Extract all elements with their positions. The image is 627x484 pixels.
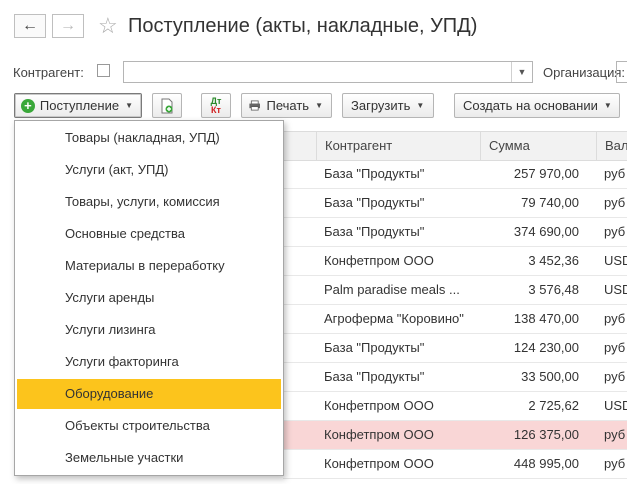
column-header-sum[interactable]: Сумма [480, 132, 597, 160]
cell-contractor: База "Продукты" [324, 369, 425, 384]
cell-sum: 124 230,00 [513, 340, 579, 355]
star-icon[interactable]: ☆ [98, 12, 118, 40]
cell-sum: 33 500,00 [521, 369, 579, 384]
table-row[interactable]: Конфетпром ООО 126 375,00 руб [283, 421, 627, 450]
contractor-label: Контрагент: [13, 65, 84, 80]
menu-item[interactable]: Товары (накладная, УПД) [17, 123, 281, 153]
forward-button[interactable]: → [52, 14, 84, 38]
cell-sum: 3 576,48 [528, 282, 579, 297]
cell-contractor: База "Продукты" [324, 195, 425, 210]
menu-item[interactable]: Основные средства [17, 219, 281, 249]
cell-currency: USD [604, 253, 627, 268]
cell-sum: 257 970,00 [513, 166, 579, 181]
organization-input[interactable] [616, 61, 627, 83]
cell-currency: руб [604, 369, 626, 384]
cell-contractor: Конфетпром ООО [324, 427, 434, 442]
kt-icon-bottom: Кт [211, 104, 221, 115]
cell-sum: 448 995,00 [513, 456, 579, 471]
cell-currency: руб [604, 166, 626, 181]
cell-sum: 126 375,00 [513, 427, 579, 442]
table-row[interactable]: База "Продукты" 124 230,00 руб [283, 334, 627, 363]
copy-document-button[interactable] [152, 93, 182, 118]
contractor-filter-checkbox[interactable] [97, 64, 110, 77]
cell-contractor: Palm paradise meals ... [324, 282, 460, 297]
cell-currency: руб [604, 311, 626, 326]
cell-currency: руб [604, 340, 626, 355]
cell-contractor: База "Продукты" [324, 340, 425, 355]
page-title: Поступление (акты, накладные, УПД) [128, 15, 478, 37]
chevron-down-icon: ▼ [125, 101, 133, 110]
receipt-type-menu: Товары (накладная, УПД) Услуги (акт, УПД)… [14, 120, 284, 476]
table-row[interactable]: База "Продукты" 257 970,00 руб [283, 160, 627, 189]
column-header-contractor[interactable]: Контрагент [316, 132, 480, 160]
dtkt-button[interactable]: Дт Кт [201, 93, 231, 118]
cell-currency: руб [604, 427, 626, 442]
cell-sum: 2 725,62 [528, 398, 579, 413]
menu-item[interactable]: Материалы в переработку [17, 251, 281, 281]
cell-sum: 3 452,36 [528, 253, 579, 268]
menu-item[interactable]: Объекты строительства [17, 411, 281, 441]
column-header-currency[interactable]: Вал [596, 132, 627, 160]
cell-contractor: Конфетпром ООО [324, 456, 434, 471]
cell-sum: 374 690,00 [513, 224, 579, 239]
menu-item[interactable]: Услуги аренды [17, 283, 281, 313]
menu-item[interactable]: Оборудование [17, 379, 281, 409]
menu-item[interactable]: Услуги (акт, УПД) [17, 155, 281, 185]
table-row[interactable]: База "Продукты" 33 500,00 руб [283, 363, 627, 392]
cell-currency: руб [604, 195, 626, 210]
organization-label: Организация: [543, 65, 626, 80]
chevron-down-icon: ▼ [416, 101, 425, 110]
cell-currency: USD [604, 282, 627, 297]
table-row[interactable]: Конфетпром ООО 448 995,00 руб [283, 450, 627, 479]
receipt-create-button[interactable]: + Поступление ▼ [14, 93, 142, 118]
arrow-right-icon: → [60, 17, 76, 34]
create-based-on-button[interactable]: Создать на основании ▼ [454, 93, 620, 118]
table-row[interactable]: База "Продукты" 79 740,00 руб [283, 189, 627, 218]
cell-currency: руб [604, 456, 626, 471]
print-button[interactable]: Печать ▼ [241, 93, 332, 118]
cell-contractor: База "Продукты" [324, 166, 425, 181]
cell-currency: руб [604, 224, 626, 239]
load-button[interactable]: Загрузить ▼ [342, 93, 434, 118]
contractor-input[interactable]: ▼ [123, 61, 533, 83]
back-button[interactable]: ← [14, 14, 46, 38]
table-row[interactable]: Агроферма "Коровино" 138 470,00 руб [283, 305, 627, 334]
table-header: Контрагент Сумма Вал [283, 131, 627, 161]
cell-sum: 138 470,00 [513, 311, 579, 326]
arrow-left-icon: ← [22, 17, 38, 34]
table-row[interactable]: База "Продукты" 374 690,00 руб [283, 218, 627, 247]
add-icon: + [21, 98, 35, 113]
menu-item[interactable]: Земельные участки [17, 443, 281, 473]
cell-contractor: Конфетпром ООО [324, 253, 434, 268]
printer-icon [249, 100, 261, 111]
print-label: Печать [266, 98, 310, 113]
load-label: Загрузить [351, 98, 411, 113]
menu-item[interactable]: Товары, услуги, комиссия [17, 187, 281, 217]
cell-sum: 79 740,00 [521, 195, 579, 210]
cell-contractor: Агроферма "Коровино" [324, 311, 464, 326]
chevron-down-icon[interactable]: ▼ [511, 62, 532, 82]
chevron-down-icon: ▼ [603, 101, 612, 110]
receipt-create-label: Поступление [39, 98, 120, 113]
table-row[interactable]: Конфетпром ООО 3 452,36 USD [283, 247, 627, 276]
menu-item[interactable]: Услуги факторинга [17, 347, 281, 377]
table-row[interactable]: Palm paradise meals ... 3 576,48 USD [283, 276, 627, 305]
cell-currency: USD [604, 398, 627, 413]
chevron-down-icon: ▼ [315, 101, 323, 110]
create-based-on-label: Создать на основании [463, 98, 598, 113]
menu-item[interactable]: Услуги лизинга [17, 315, 281, 345]
document-add-icon [161, 98, 173, 113]
cell-contractor: Конфетпром ООО [324, 398, 434, 413]
cell-contractor: База "Продукты" [324, 224, 425, 239]
table-row[interactable]: Конфетпром ООО 2 725,62 USD [283, 392, 627, 421]
